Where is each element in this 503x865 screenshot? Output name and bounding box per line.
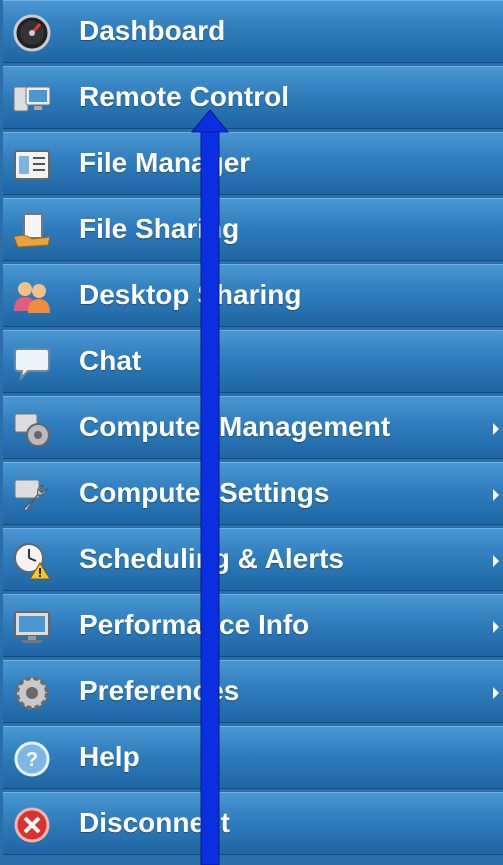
menu-item-label: File Manager: [79, 147, 251, 178]
users-icon: [12, 277, 52, 317]
menu-item-label: Computer Settings: [79, 477, 330, 508]
remote-computer-icon: [12, 79, 52, 119]
wrench-icon: [12, 475, 52, 515]
chevron-right-icon: [491, 619, 501, 635]
menu-item-label: Chat: [79, 345, 142, 376]
menu-item-label: Dashboard: [79, 15, 226, 46]
menu-item-label: Remote Control: [79, 81, 289, 112]
disconnect-icon: [12, 805, 52, 845]
menu-item-file-sharing[interactable]: File Sharing: [3, 198, 503, 261]
svg-text:?: ?: [26, 749, 38, 771]
clock-warning-icon: [12, 541, 52, 581]
menu-item-label: Help: [79, 741, 140, 772]
menu-item-label: Preferences: [79, 675, 240, 706]
menu-item-scheduling-alerts[interactable]: Scheduling & Alerts: [3, 528, 503, 591]
chevron-right-icon: [491, 553, 501, 569]
menu-item-computer-settings[interactable]: Computer Settings: [3, 462, 503, 525]
sidebar-menu: Dashboard Remote Control File Manager Fi…: [0, 0, 503, 865]
chevron-right-icon: [491, 685, 501, 701]
menu-item-desktop-sharing[interactable]: Desktop Sharing: [3, 264, 503, 327]
menu-item-computer-management[interactable]: Computer Management: [3, 396, 503, 459]
gears-icon: [12, 673, 52, 713]
gear-icon: [12, 409, 52, 449]
chat-bubble-icon: [12, 343, 52, 383]
menu-item-label: File Sharing: [79, 213, 240, 244]
help-icon: ?: [12, 739, 52, 779]
gauge-icon: [12, 13, 52, 53]
menu-item-file-manager[interactable]: File Manager: [3, 132, 503, 195]
file-sharing-icon: [12, 211, 52, 251]
menu-item-preferences[interactable]: Preferences: [3, 660, 503, 723]
menu-item-label: Computer Management: [79, 411, 391, 442]
menu-item-label: Disconnect: [79, 807, 230, 838]
menu-item-dashboard[interactable]: Dashboard: [3, 0, 503, 63]
chevron-right-icon: [491, 487, 501, 503]
chevron-right-icon: [491, 421, 501, 437]
menu-item-label: Scheduling & Alerts: [79, 543, 345, 574]
file-manager-icon: [12, 145, 52, 185]
menu-item-remote-control[interactable]: Remote Control: [3, 66, 503, 129]
menu-item-disconnect[interactable]: Disconnect: [3, 792, 503, 855]
menu-item-help[interactable]: ? Help: [3, 726, 503, 789]
menu-item-chat[interactable]: Chat: [3, 330, 503, 393]
menu-item-performance-info[interactable]: Performance Info: [3, 594, 503, 657]
monitor-icon: [12, 607, 52, 647]
menu-item-label: Performance Info: [79, 609, 310, 640]
menu-item-label: Desktop Sharing: [79, 279, 302, 310]
